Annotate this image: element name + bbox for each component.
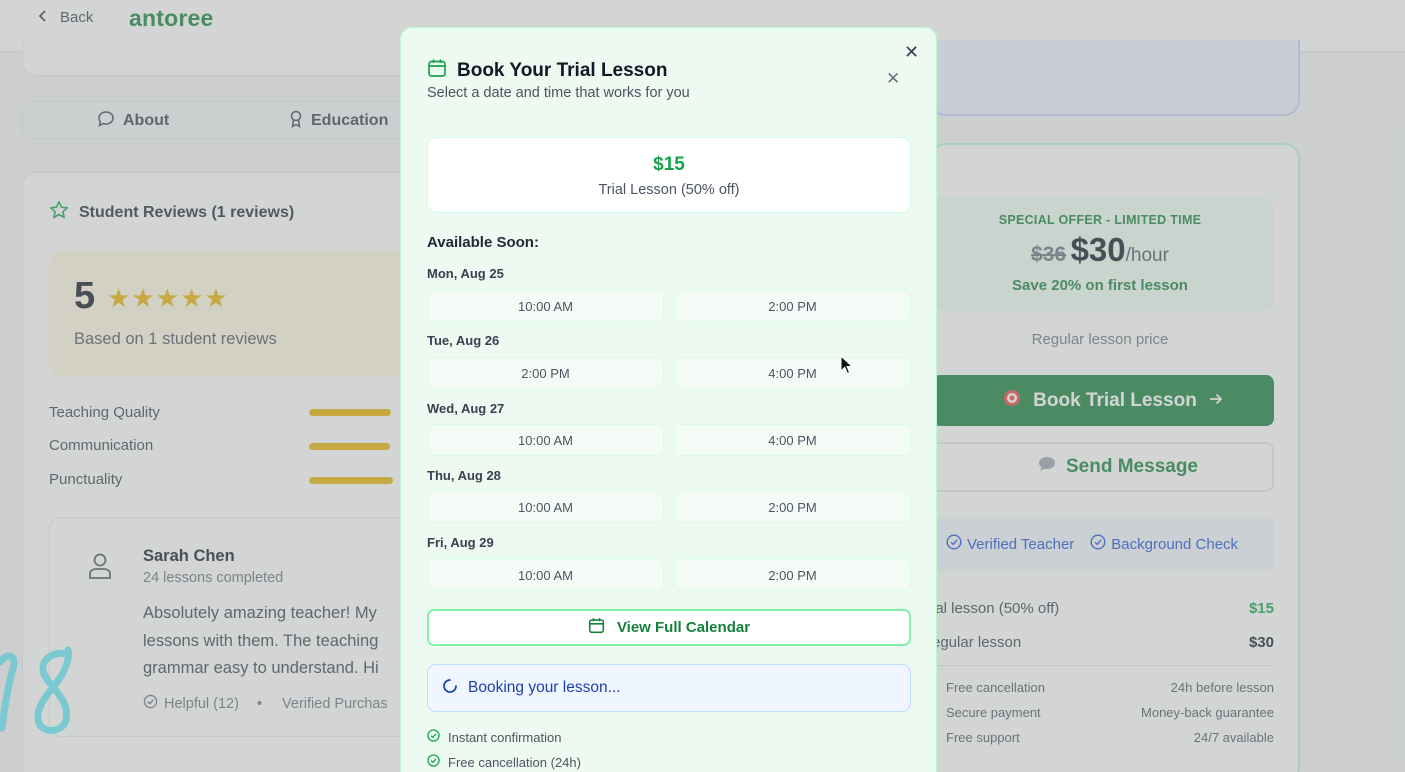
modal-subtitle: Select a date and time that works for yo… (427, 85, 690, 101)
day-label: Fri, Aug 29 (427, 535, 494, 550)
trial-price-desc: Trial Lesson (50% off) (598, 182, 740, 198)
time-slot[interactable]: 10:00 AM (427, 491, 664, 523)
time-slot[interactable]: 10:00 AM (427, 559, 664, 591)
check-circle-icon (427, 729, 440, 745)
mouse-cursor-icon (840, 354, 854, 380)
modal-title-text: Book Your Trial Lesson (457, 60, 668, 81)
time-slot[interactable]: 10:00 AM (427, 424, 664, 456)
loading-spinner-icon (442, 678, 458, 699)
trial-price-box: $15 Trial Lesson (50% off) (427, 137, 911, 213)
time-slot[interactable]: 4:00 PM (674, 424, 911, 456)
modal-title: Book Your Trial Lesson (427, 58, 667, 84)
day-label: Mon, Aug 25 (427, 266, 504, 281)
time-slot[interactable]: 2:00 PM (674, 290, 911, 322)
close-icon[interactable]: ✕ (886, 70, 900, 87)
time-slot[interactable]: 2:00 PM (674, 491, 911, 523)
time-slot[interactable]: 2:00 PM (674, 559, 911, 591)
time-slot[interactable]: 4:00 PM (674, 357, 911, 389)
calendar-icon (588, 617, 605, 638)
note-item: Instant confirmation (427, 729, 561, 745)
trial-price: $15 (653, 154, 685, 175)
time-slot[interactable]: 10:00 AM (427, 290, 664, 322)
check-circle-icon (427, 754, 440, 770)
note-text: Instant confirmation (448, 729, 562, 745)
time-slot[interactable]: 2:00 PM (427, 357, 664, 389)
calendar-icon (427, 58, 447, 84)
note-text: Free cancellation (24h) (448, 754, 581, 770)
day-label: Thu, Aug 28 (427, 468, 501, 483)
booking-modal: ✕ ✕ Book Your Trial Lesson Select a date… (400, 27, 937, 772)
day-label: Tue, Aug 26 (427, 333, 500, 348)
view-full-calendar-button[interactable]: View Full Calendar (427, 609, 911, 646)
view-full-calendar-label: View Full Calendar (616, 619, 751, 636)
note-item: Free cancellation (24h) (427, 754, 581, 770)
close-icon[interactable]: ✕ (904, 43, 919, 61)
available-title: Available Soon: (427, 234, 539, 251)
booking-status-text: Booking your lesson... (468, 679, 621, 696)
day-label: Wed, Aug 27 (427, 401, 505, 416)
booking-status: Booking your lesson... (427, 664, 911, 712)
